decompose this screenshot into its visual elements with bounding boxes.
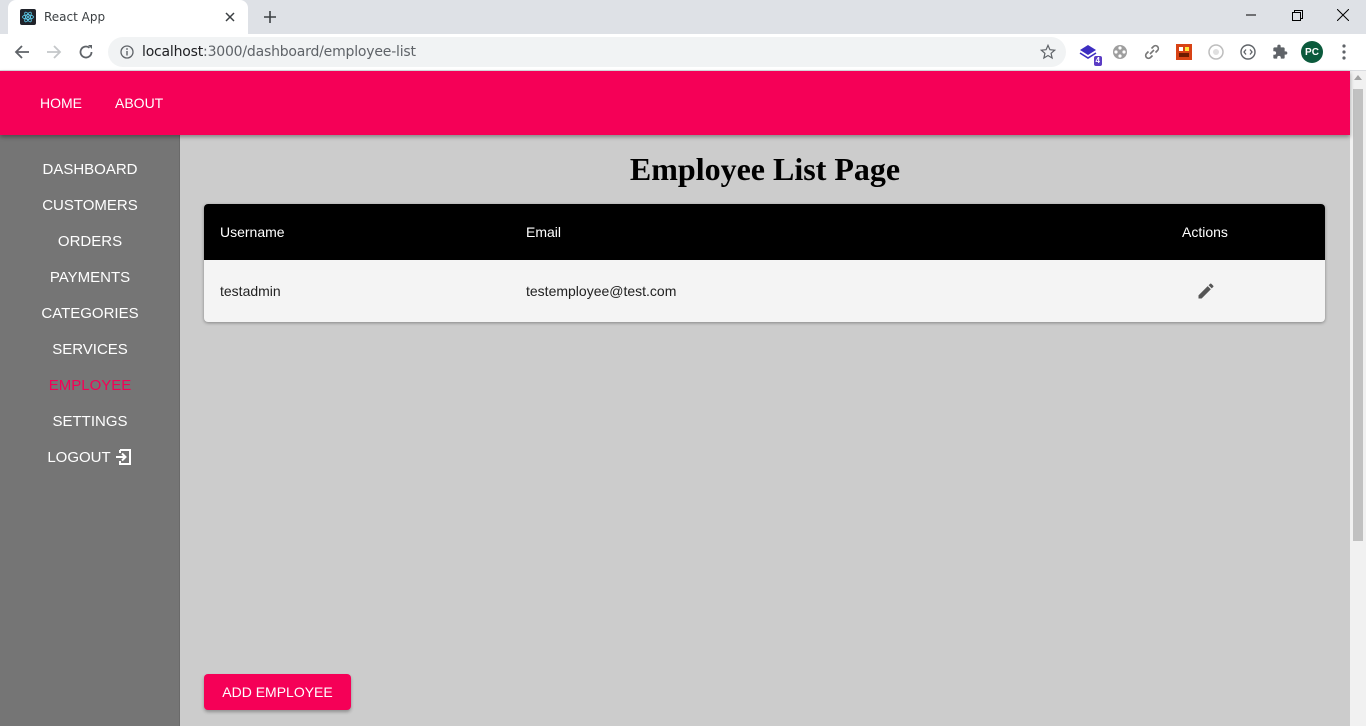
scrollbar-thumb[interactable] — [1353, 89, 1363, 541]
back-arrow-icon[interactable] — [10, 40, 34, 64]
add-employee-button[interactable]: ADD EMPLOYEE — [204, 674, 351, 710]
sidebar-item-payments[interactable]: PAYMENTS — [0, 259, 180, 295]
sidebar: DASHBOARD CUSTOMERS ORDERS PAYMENTS CATE… — [0, 135, 180, 726]
url-text: localhost:3000/dashboard/employee-list — [142, 44, 416, 60]
forward-arrow-icon[interactable] — [42, 40, 66, 64]
circle-extension-icon[interactable] — [1206, 42, 1226, 62]
browser-tab[interactable]: React App — [8, 0, 248, 34]
extension-stack-icon[interactable]: 4 — [1078, 42, 1102, 66]
column-header-actions: Actions — [1182, 224, 1228, 240]
code-extension-icon[interactable] — [1238, 42, 1258, 62]
tab-title: React App — [44, 10, 106, 24]
nav-home-link[interactable]: HOME — [40, 95, 82, 111]
column-header-email: Email — [526, 224, 562, 240]
profile-avatar[interactable]: PC — [1301, 41, 1323, 63]
table-row: testadmin testemployee@test.com — [204, 260, 1325, 322]
app-bar: HOME ABOUT — [0, 71, 1350, 135]
page-title: Employee List Page — [629, 151, 901, 187]
restore-icon[interactable] — [1274, 0, 1320, 30]
sidebar-item-logout[interactable]: LOGOUT — [0, 439, 180, 475]
logout-label: LOGOUT — [47, 448, 111, 466]
bookmark-star-icon[interactable] — [1038, 42, 1058, 62]
sidebar-item-employee[interactable]: EMPLOYEE — [0, 367, 180, 403]
new-tab-icon[interactable] — [260, 7, 280, 27]
main-content: Employee List Page Username Email Action… — [180, 135, 1350, 726]
pixel-art-extension-icon[interactable] — [1174, 42, 1194, 62]
film-reel-extension-icon[interactable] — [1110, 42, 1130, 62]
minimize-icon[interactable] — [1228, 0, 1274, 30]
cell-email: testemployee@test.com — [526, 283, 677, 299]
table-header: Username Email Actions — [204, 204, 1325, 260]
sidebar-item-categories[interactable]: CATEGORIES — [0, 295, 180, 331]
react-favicon-icon — [20, 9, 36, 25]
reload-icon[interactable] — [74, 40, 98, 64]
scroll-up-arrow-icon[interactable] — [1354, 75, 1362, 80]
address-bar[interactable]: localhost:3000/dashboard/employee-list — [108, 37, 1066, 67]
close-window-icon[interactable] — [1320, 0, 1366, 30]
sidebar-item-settings[interactable]: SETTINGS — [0, 403, 180, 439]
site-info-icon[interactable] — [112, 37, 142, 67]
page-scrollbar[interactable] — [1350, 71, 1366, 726]
browser-toolbar: localhost:3000/dashboard/employee-list 4… — [0, 34, 1366, 71]
sidebar-item-dashboard[interactable]: DASHBOARD — [0, 151, 180, 187]
link-extension-icon[interactable] — [1142, 42, 1162, 62]
extension-badge: 4 — [1093, 56, 1102, 66]
employee-table: Username Email Actions testadmin testemp… — [204, 204, 1325, 322]
column-header-username: Username — [220, 224, 285, 240]
close-tab-icon[interactable] — [222, 9, 238, 25]
more-menu-icon[interactable] — [1334, 42, 1354, 62]
edit-icon[interactable] — [1192, 277, 1220, 305]
cell-username: testadmin — [220, 283, 281, 299]
browser-tabstrip: React App — [0, 0, 1366, 34]
sidebar-item-services[interactable]: SERVICES — [0, 331, 180, 367]
sidebar-item-orders[interactable]: ORDERS — [0, 223, 180, 259]
puzzle-extensions-icon[interactable] — [1270, 42, 1290, 62]
sidebar-item-customers[interactable]: CUSTOMERS — [0, 187, 180, 223]
nav-about-link[interactable]: ABOUT — [115, 95, 163, 111]
logout-icon — [113, 447, 133, 467]
